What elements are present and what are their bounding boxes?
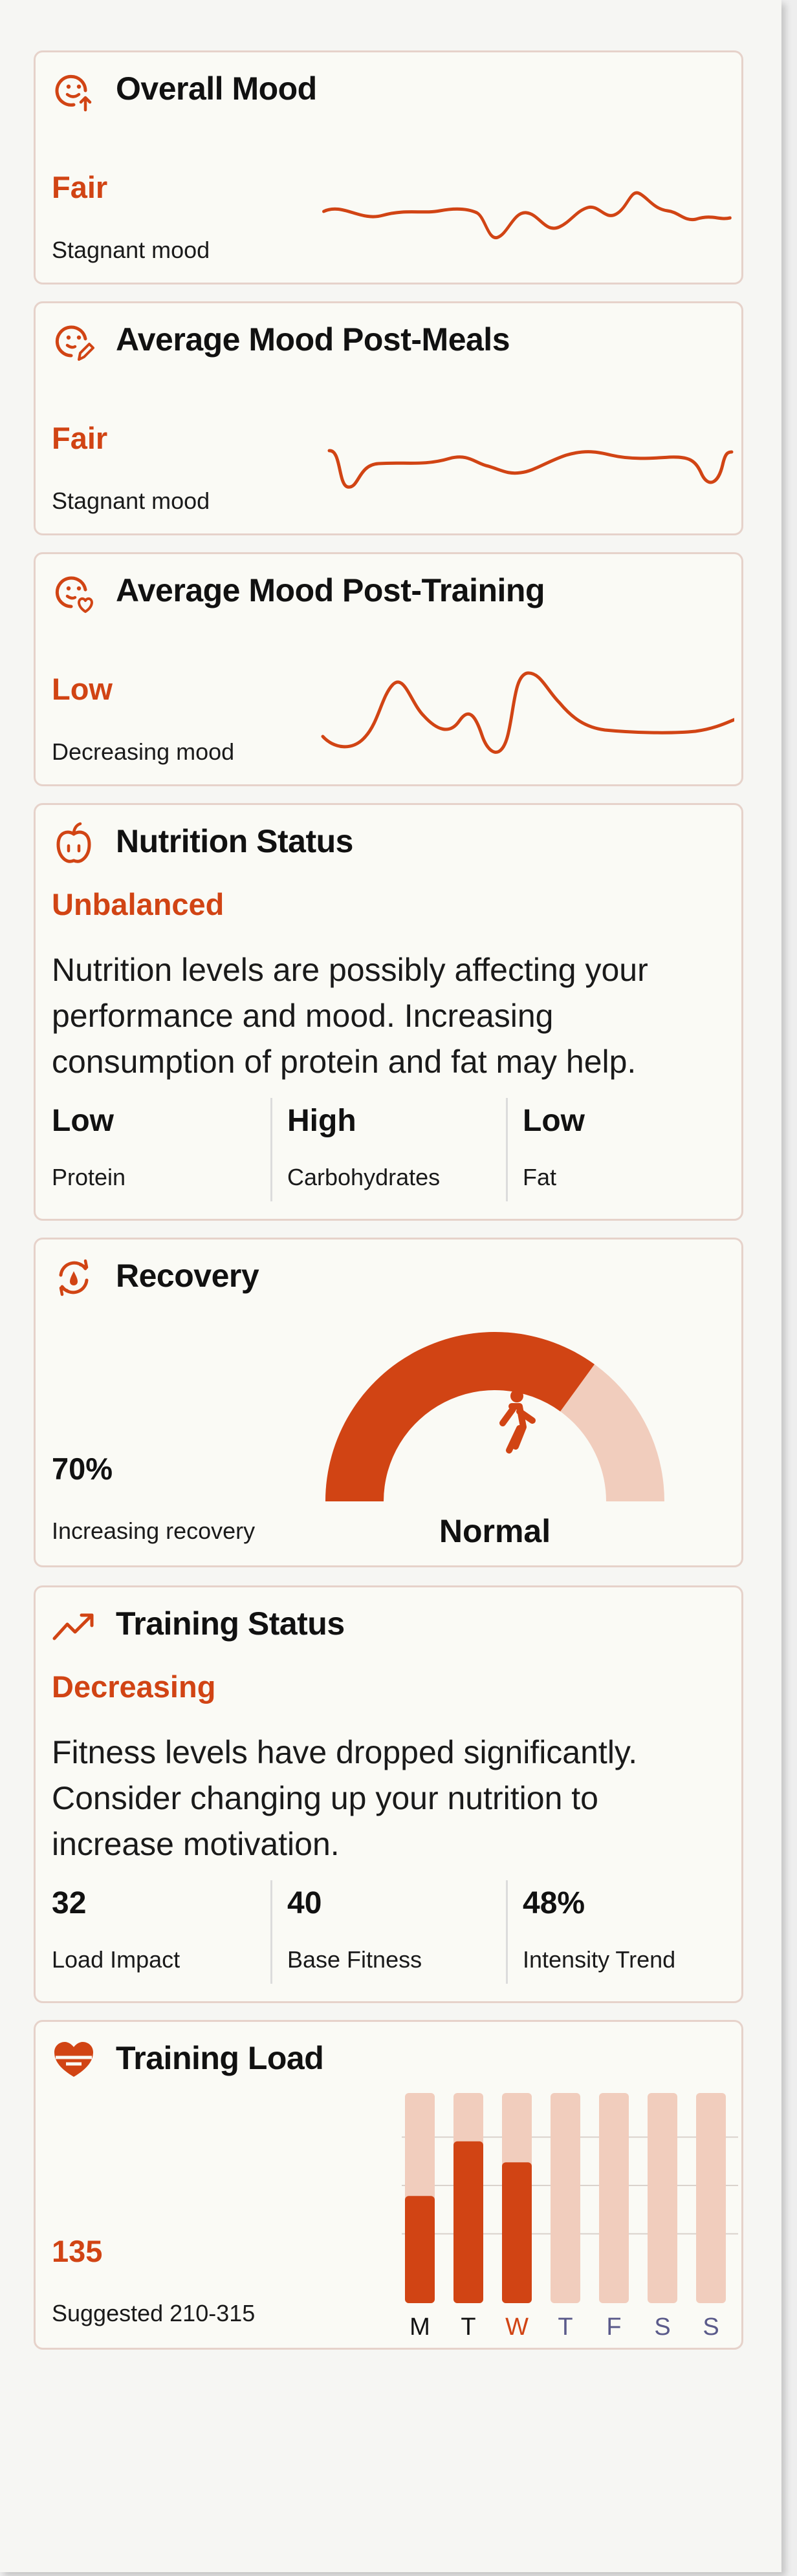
day-label-5: S bbox=[654, 2313, 670, 2341]
mood-trend: Stagnant mood bbox=[52, 488, 210, 514]
bar-2 bbox=[502, 2162, 532, 2303]
metric-label: Carbohydrates bbox=[287, 1164, 441, 1190]
bar-0 bbox=[405, 2196, 435, 2303]
card-title: Training Status bbox=[116, 1605, 345, 1642]
nutrition-status: Unbalanced bbox=[52, 887, 224, 921]
day-label-2: W bbox=[505, 2313, 529, 2341]
metric-intensity-trend: 48% Intensity Trend bbox=[523, 1880, 736, 1984]
metric-value: Low bbox=[523, 1104, 585, 1138]
card-title: Recovery bbox=[116, 1258, 259, 1294]
metric-load-impact: 32 Load Impact bbox=[52, 1880, 265, 1984]
mood-sparkline bbox=[321, 671, 734, 754]
mood-sparkline bbox=[322, 191, 732, 239]
card-title: Average Mood Post-Meals bbox=[116, 321, 510, 358]
mood-status: Fair bbox=[52, 421, 108, 455]
training-load-suggested: Suggested 210-315 bbox=[52, 2300, 256, 2326]
card-title: Overall Mood bbox=[116, 70, 317, 107]
card-title: Average Mood Post-Training bbox=[116, 572, 545, 608]
nutrition-card[interactable]: Nutrition Status Unbalanced Nutrition le… bbox=[34, 803, 743, 1221]
recovery-gauge: Normal bbox=[325, 1332, 664, 1549]
day-label-4: F bbox=[606, 2313, 621, 2341]
day-label-1: T bbox=[461, 2313, 475, 2341]
recovery-card[interactable]: Recovery 70% Increasing recovery Normal bbox=[34, 1238, 743, 1567]
screen: Overall Mood Fair Stagnant mood Average … bbox=[0, 0, 781, 2572]
recovery-icon bbox=[59, 1259, 89, 1296]
mood-heart-icon bbox=[55, 576, 93, 613]
overall-mood-card[interactable]: Overall Mood Fair Stagnant mood bbox=[34, 50, 743, 284]
gauge-fill bbox=[325, 1332, 595, 1501]
metric-label: Load Impact bbox=[52, 1946, 180, 1973]
day-label-3: T bbox=[558, 2313, 573, 2341]
training-status-card[interactable]: Training Status Decreasing Fitness level… bbox=[34, 1585, 743, 2003]
card-title: Training Load bbox=[116, 2040, 324, 2076]
metric-value: 32 bbox=[52, 1886, 87, 1920]
mood-trend: Decreasing mood bbox=[52, 738, 235, 765]
training-load-chart: MTWTFSS bbox=[402, 2093, 738, 2341]
mood-status: Fair bbox=[52, 170, 108, 204]
mood-up-icon bbox=[55, 74, 92, 112]
metric-divider bbox=[506, 1098, 508, 1201]
metric-label: Intensity Trend bbox=[523, 1946, 676, 1973]
training-description: Fitness levels have dropped significantl… bbox=[52, 1734, 638, 1862]
metric-carbohydrates: High Carbohydrates bbox=[287, 1098, 501, 1201]
mood-post-meals-card[interactable]: Average Mood Post-Meals Fair Stagnant mo… bbox=[34, 301, 743, 535]
metric-value: High bbox=[287, 1104, 356, 1138]
mood-post-training-card[interactable]: Average Mood Post-Training Low Decreasin… bbox=[34, 552, 743, 786]
metric-value: 40 bbox=[287, 1886, 322, 1920]
metric-fat: Low Fat bbox=[523, 1098, 736, 1201]
day-label-0: M bbox=[409, 2313, 430, 2341]
walking-person-icon bbox=[499, 1390, 536, 1454]
metric-label: Protein bbox=[52, 1164, 126, 1190]
mood-edit-icon bbox=[55, 325, 94, 361]
bar-1 bbox=[453, 2141, 483, 2303]
metric-protein: Low Protein bbox=[52, 1098, 265, 1201]
apple-icon bbox=[56, 822, 91, 863]
training-status: Decreasing bbox=[52, 1669, 216, 1704]
metric-label: Fat bbox=[523, 1164, 557, 1190]
bar-track-3 bbox=[551, 2093, 580, 2303]
bar-track-5 bbox=[648, 2093, 677, 2303]
day-label-6: S bbox=[703, 2313, 719, 2341]
metric-value: 48% bbox=[523, 1886, 585, 1920]
training-load-value: 135 bbox=[52, 2234, 103, 2268]
nutrition-description: Nutrition levels are possibly affecting … bbox=[52, 952, 648, 1080]
heart-gauge-icon bbox=[54, 2042, 93, 2077]
nutrition-metrics: Low Protein High Carbohydrates Low Fat bbox=[52, 1098, 728, 1201]
gauge-label: Normal bbox=[439, 1513, 551, 1549]
training-load-card[interactable]: Training Load 135 Suggested 210-315 M T W T… bbox=[34, 2020, 743, 2350]
metric-divider bbox=[506, 1880, 508, 1984]
metric-divider bbox=[270, 1098, 272, 1201]
metric-divider bbox=[270, 1880, 272, 1984]
metric-base-fitness: 40 Base Fitness bbox=[287, 1880, 501, 1984]
mood-sparkline bbox=[327, 449, 734, 489]
mood-trend: Stagnant mood bbox=[52, 237, 210, 263]
bar-track-6 bbox=[696, 2093, 726, 2303]
recovery-value: 70% bbox=[52, 1452, 113, 1486]
trending-up-icon bbox=[52, 1613, 94, 1640]
recovery-trend: Increasing recovery bbox=[52, 1518, 256, 1544]
metric-value: Low bbox=[52, 1104, 114, 1138]
mood-status: Low bbox=[52, 672, 113, 706]
training-metrics: 32 Load Impact 40 Base Fitness 48% Inten… bbox=[52, 1880, 728, 1984]
metric-label: Base Fitness bbox=[287, 1946, 422, 1973]
card-title: Nutrition Status bbox=[116, 823, 353, 859]
bar-track-4 bbox=[599, 2093, 629, 2303]
